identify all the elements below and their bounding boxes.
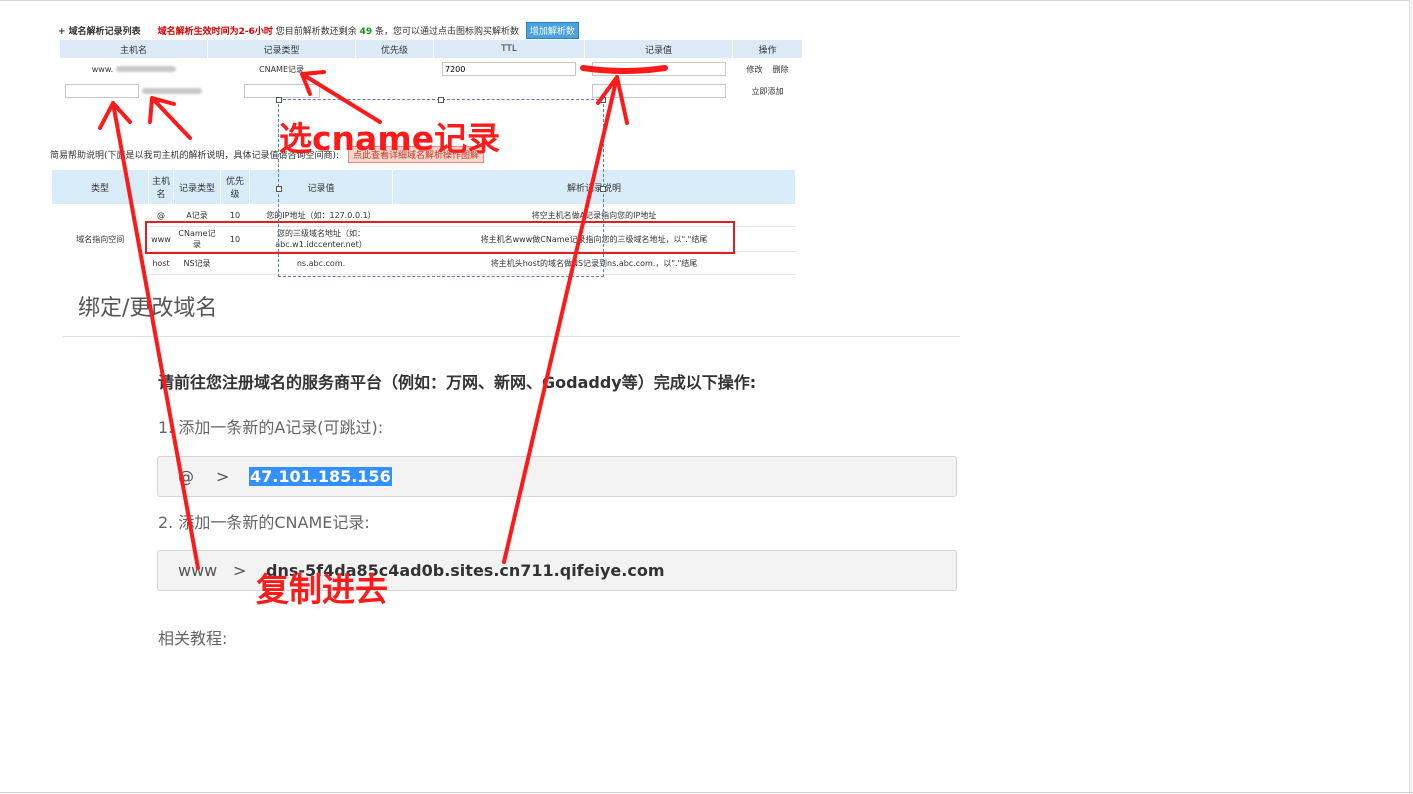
a-record-box: @ > 47.101.185.156 — [157, 456, 957, 497]
row-actions: 修改 删除 — [733, 58, 803, 80]
col-ttl: TTL — [433, 40, 585, 58]
redacted-domain — [115, 66, 176, 72]
remain-prefix: 您目前解析数还剩余 — [275, 27, 357, 37]
resize-handle[interactable] — [276, 186, 282, 192]
row-priority — [356, 58, 434, 80]
row-value — [585, 58, 733, 80]
remain-count: 49 — [359, 27, 373, 37]
new-value — [585, 80, 733, 102]
help-col-host: 主机名 — [148, 170, 174, 204]
cell-type: NS记录 — [173, 251, 221, 275]
cell-priority — [220, 251, 250, 275]
new-host-input[interactable] — [65, 84, 140, 98]
new-type-select[interactable] — [243, 84, 320, 98]
related-tutorials: 相关教程: — [158, 629, 228, 648]
cell-host: host — [148, 251, 174, 275]
col-action: 操作 — [732, 40, 803, 58]
help-col-type: 类型 — [52, 170, 149, 204]
cname-record-host: www — [178, 561, 218, 580]
effective-time-warning: 域名解析生效时间为2-6小时 — [157, 27, 273, 37]
annotation-select-cname: 选cname记录 — [279, 119, 501, 158]
redacted-domain — [142, 88, 203, 94]
cname-record-arrow: > — [233, 561, 247, 580]
remain-suffix: 条，您可以通过点击图标购买解析数 — [375, 27, 520, 37]
divider — [63, 336, 960, 337]
edit-link[interactable]: 修改 — [746, 65, 762, 74]
scrollbar[interactable] — [1409, 0, 1413, 794]
a-record-host: @ — [178, 467, 194, 486]
value-input[interactable] — [591, 62, 726, 76]
a-record-value[interactable]: 47.101.185.156 — [249, 467, 392, 486]
top-border — [0, 0, 1413, 1]
col-priority: 优先级 — [355, 40, 434, 58]
row-type: CNAME记录 — [259, 64, 304, 74]
col-host: 主机名 — [60, 40, 208, 58]
row-host: www. — [60, 58, 208, 80]
ttl-input[interactable] — [442, 62, 576, 76]
dns-list-title: + 域名解析记录列表 — [58, 27, 141, 37]
bottom-border — [0, 792, 1413, 793]
a-record-arrow: > — [216, 467, 230, 486]
resize-handle[interactable] — [600, 186, 606, 192]
row-ttl — [434, 58, 585, 80]
delete-link[interactable]: 删除 — [773, 65, 789, 74]
instruction-text: 请前往您注册域名的服务商平台（例如：万网、新网、Godaddy等）完成以下操作: — [158, 373, 757, 392]
help-col-priority: 优先级 — [220, 170, 250, 204]
dns-list-header: + 域名解析记录列表 域名解析生效时间为2-6小时 您目前解析数还剩余 49 条… — [58, 22, 579, 39]
step-1-text: 1. 添加一条新的A记录(可跳过): — [158, 418, 384, 437]
add-now-link[interactable]: 立即添加 — [733, 80, 803, 102]
step-2-text: 2. 添加一条新的CNAME记录: — [158, 513, 370, 532]
page-title: 绑定/更改域名 — [78, 296, 218, 321]
resize-handle[interactable] — [276, 97, 282, 103]
resize-handle[interactable] — [600, 97, 606, 103]
group-label: 域名指向空间 — [76, 234, 125, 244]
add-records-button[interactable]: 增加解析数 — [525, 22, 579, 39]
col-value: 记录值 — [584, 40, 733, 58]
table-row: www. CNAME记录 修改 删除 — [60, 58, 803, 80]
dns-record-table: 主机名 记录类型 优先级 TTL 记录值 操作 www. CNAME记录 修改 … — [60, 40, 803, 102]
help-col-rtype: 记录类型 — [173, 170, 221, 204]
new-host — [60, 80, 208, 102]
resize-handle[interactable] — [438, 97, 444, 103]
col-type: 记录类型 — [207, 40, 356, 58]
host-prefix: www. — [91, 64, 114, 74]
annotation-copy-in: 复制进去 — [256, 570, 388, 609]
new-value-input[interactable] — [591, 84, 726, 98]
